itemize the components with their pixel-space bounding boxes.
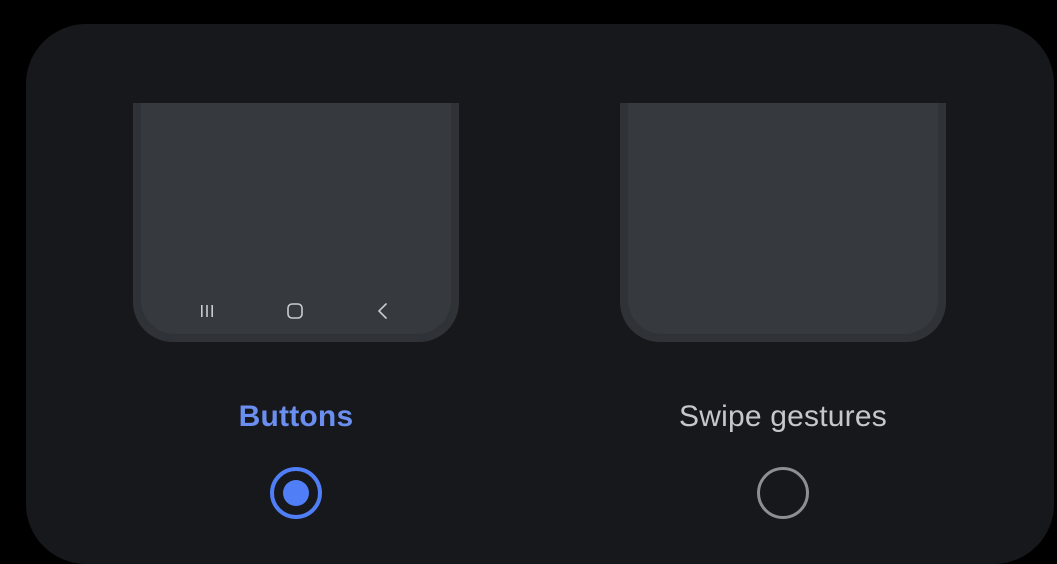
radio-buttons[interactable] bbox=[270, 467, 322, 519]
recents-icon bbox=[197, 302, 217, 320]
home-icon bbox=[285, 302, 305, 320]
back-icon bbox=[373, 302, 393, 320]
buttons-preview[interactable] bbox=[133, 103, 459, 342]
option-swipe-gestures[interactable]: Swipe gestures bbox=[620, 24, 946, 549]
buttons-preview-screen bbox=[141, 103, 451, 334]
radio-swipe-gestures[interactable] bbox=[757, 467, 809, 519]
navigation-type-card: Buttons Swipe gestures bbox=[26, 24, 1054, 564]
navigation-bar-preview bbox=[141, 302, 451, 320]
option-label-swipe-gestures[interactable]: Swipe gestures bbox=[620, 399, 946, 435]
radio-selected-dot bbox=[283, 480, 309, 506]
swipe-gestures-preview[interactable] bbox=[620, 103, 946, 342]
swipe-gestures-preview-screen bbox=[628, 103, 938, 334]
option-label-buttons[interactable]: Buttons bbox=[133, 399, 459, 435]
option-buttons[interactable]: Buttons bbox=[133, 24, 459, 549]
